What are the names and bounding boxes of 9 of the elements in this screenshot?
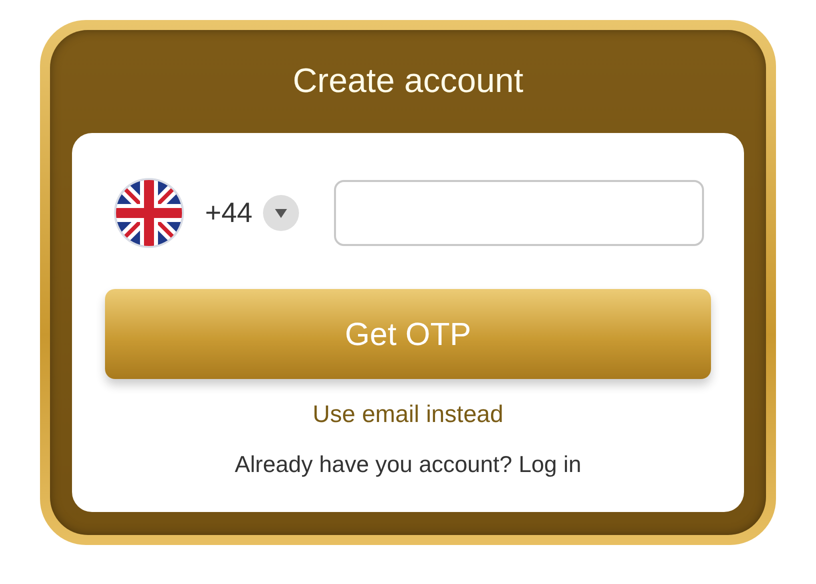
country-dropdown[interactable] xyxy=(262,195,298,231)
email-link[interactable]: Use email instead xyxy=(312,401,504,429)
phone-field[interactable] xyxy=(334,180,704,246)
caret-icon xyxy=(274,208,286,218)
title: Create account xyxy=(292,61,524,102)
flag-icon xyxy=(113,177,185,249)
login-link[interactable]: Log in xyxy=(518,451,582,477)
country-code: +44 xyxy=(205,197,252,229)
login-prompt: Already have you account? Log in xyxy=(234,451,582,478)
